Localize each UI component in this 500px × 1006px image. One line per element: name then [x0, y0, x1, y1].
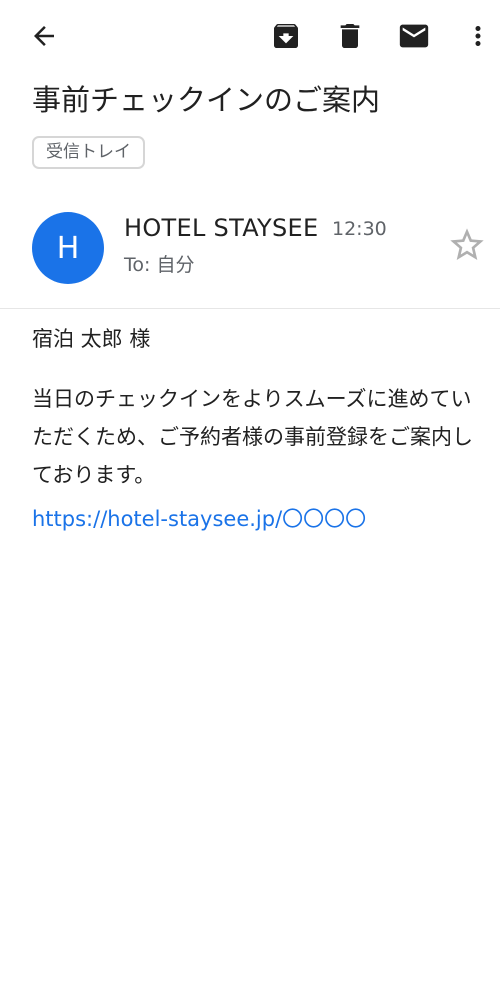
- header-divider: [0, 308, 500, 309]
- delete-button[interactable]: [330, 16, 370, 56]
- mail-icon: [399, 24, 429, 48]
- sender-avatar[interactable]: H: [32, 212, 104, 284]
- sender-name[interactable]: HOTEL STAYSEE: [124, 210, 318, 246]
- email-subject: 事前チェックインのご案内: [32, 83, 381, 117]
- avatar-initial: H: [56, 230, 80, 266]
- mark-unread-button[interactable]: [394, 16, 434, 56]
- inbox-label-chip[interactable]: 受信トレイ: [32, 136, 145, 169]
- email-body-paragraph: 当日のチェックインをよりスムーズに進めていただくため、ご予約者様の事前登録をご案…: [32, 387, 473, 487]
- archive-button[interactable]: [266, 16, 306, 56]
- archive-icon: [274, 24, 298, 48]
- email-greeting: 宿泊 太郎 様: [32, 327, 151, 351]
- label-chip-text: 受信トレイ: [46, 142, 131, 162]
- star-outline-icon: [450, 228, 484, 260]
- top-app-bar: [0, 0, 500, 72]
- arrow-left-icon: [34, 26, 54, 46]
- more-options-button[interactable]: [458, 16, 498, 56]
- trash-icon: [340, 24, 360, 48]
- back-button[interactable]: [24, 16, 64, 56]
- recipient-details[interactable]: To: 自分: [124, 250, 194, 280]
- checkin-link[interactable]: https://hotel-staysee.jp/〇〇〇〇: [32, 500, 366, 538]
- more-vertical-icon: [475, 26, 481, 46]
- star-button[interactable]: [446, 224, 488, 266]
- received-time: 12:30: [332, 218, 387, 240]
